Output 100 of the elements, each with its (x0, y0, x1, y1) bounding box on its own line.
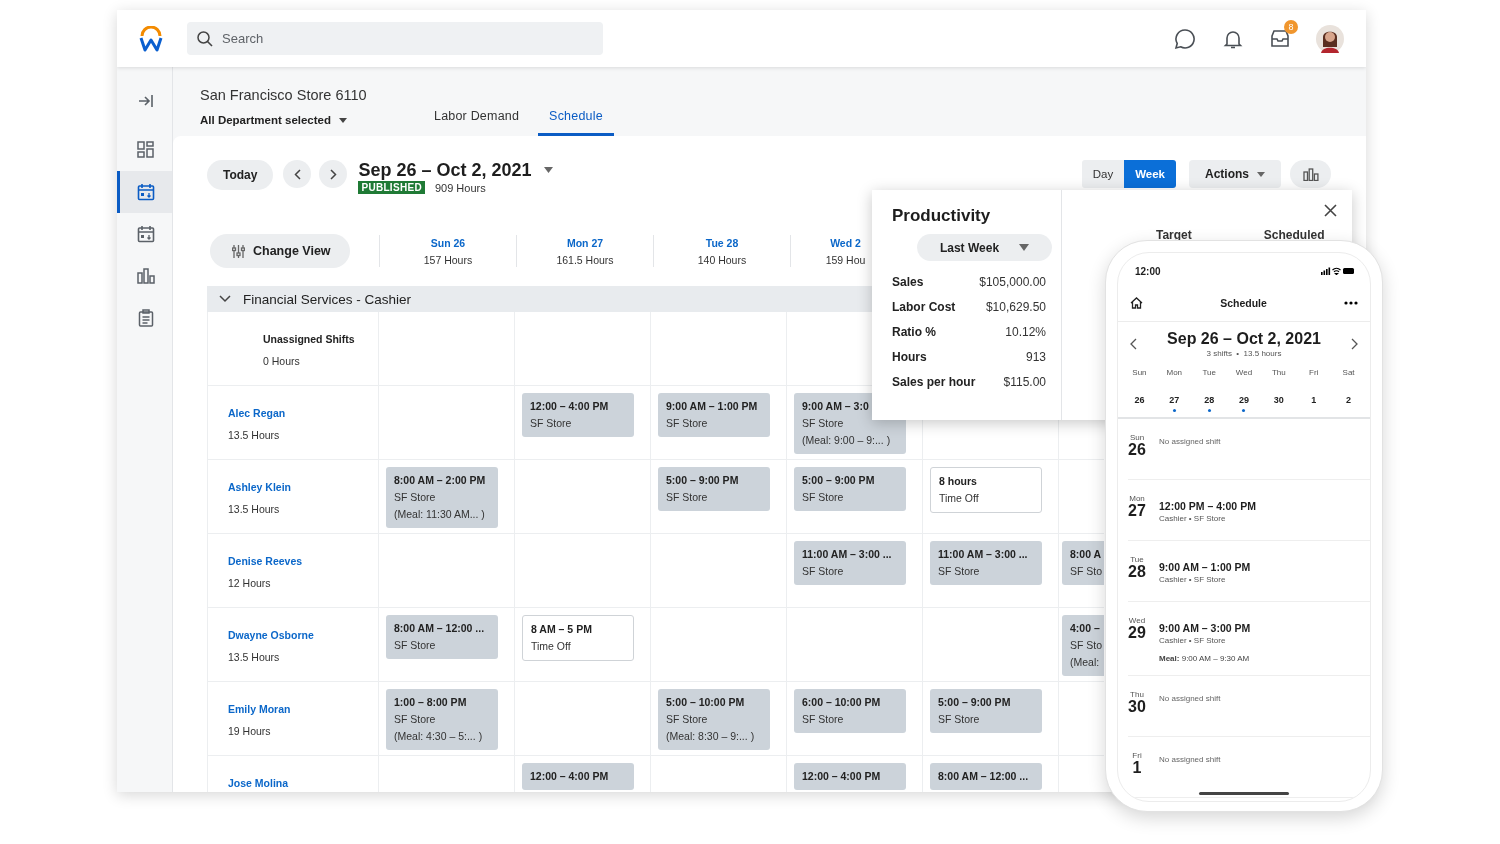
shift-card[interactable]: 9:00 AM – 1:00 PM SF Store (658, 393, 770, 437)
employee-hours: 19 Hours (228, 725, 272, 737)
day-hours: 140 Hours (696, 253, 748, 266)
day-hours: 157 Hours (422, 253, 474, 266)
shift-detail: Cashier • SF Store (1159, 575, 1227, 584)
shift-card[interactable]: 6:00 – 10:00 PM SF Store (794, 689, 906, 733)
shift-card[interactable]: 5:00 – 10:00 PM SF Store (Meal: 8:30 – 9:... ) (658, 689, 770, 750)
shift-time[interactable]: 9:00 AM – 3:00 PM (1159, 622, 1251, 634)
agenda-date: 26 (1127, 442, 1147, 458)
today-button[interactable]: Today (207, 160, 274, 190)
time-off-card[interactable]: 8 hours Time Off (930, 467, 1042, 513)
date-number[interactable]: 26 (1134, 395, 1145, 405)
employee-hours: 13.5 Hours (228, 429, 281, 441)
shift-card[interactable]: 8:00 AM – 12:00 ... (930, 763, 1042, 790)
shift-card[interactable]: 5:00 – 9:00 PM SF Store (930, 689, 1042, 733)
empty-shift-note: No assigned shift (1159, 754, 1221, 766)
total-hours: 909 Hours (434, 181, 486, 194)
close-button[interactable] (1324, 204, 1337, 217)
employee-link[interactable]: Dwayne Osborne (228, 629, 314, 641)
shift-card[interactable]: 11:00 AM – 3:00 ... SF Store (794, 541, 906, 585)
empty-shift-note: No assigned shift (1159, 436, 1221, 448)
agenda-date: 30 (1127, 699, 1147, 715)
row-title: Unassigned Shifts (263, 333, 356, 345)
employee-hours: 13.5 Hours (228, 503, 281, 515)
logo-icon (138, 25, 164, 52)
time-off-card[interactable]: 8 AM – 5 PM Time Off (522, 615, 634, 661)
sidebar-item[interactable] (117, 171, 172, 213)
employee-hours: 12 Hours (228, 577, 272, 589)
close-icon (1324, 204, 1337, 217)
status-time: 12:00 (1135, 265, 1161, 277)
day-header[interactable]: Sun 26 (380, 236, 516, 249)
date-number[interactable]: 27 (1169, 395, 1180, 405)
employee-link[interactable]: Jose Molina (228, 777, 289, 789)
shift-card[interactable]: 12:00 – 4:00 PM (794, 763, 906, 790)
caret-icon (1257, 171, 1265, 177)
search-field[interactable]: Search (187, 22, 603, 55)
shift-card[interactable]: 12:00 – 4:00 PM (522, 763, 634, 790)
shift-card[interactable]: 11:00 AM – 3:00 ... SF Store (930, 541, 1042, 585)
date-number[interactable]: 1 (1311, 395, 1317, 405)
agenda-weekday: Thu (1129, 690, 1145, 699)
home-icon[interactable] (1130, 297, 1143, 309)
screen-title: Schedule (1220, 297, 1267, 309)
shift-detail: Cashier • SF Store (1159, 514, 1227, 523)
caret-icon[interactable] (543, 167, 553, 173)
metric-label: Hours (892, 350, 928, 364)
period-dropdown[interactable]: Last Week (917, 234, 1052, 261)
chevron-left-icon[interactable] (1130, 338, 1137, 350)
weekday-label: Fri (1309, 368, 1319, 377)
view-toggle[interactable]: Day (1081, 160, 1125, 188)
previous-button[interactable] (283, 160, 312, 188)
date-number[interactable]: 2 (1346, 395, 1352, 405)
chart-button[interactable] (1290, 160, 1331, 188)
shift-card[interactable]: 8:00 AM – 2:00 PM SF Store (Meal: 11:30 AM... ) (386, 467, 498, 528)
shift-card[interactable]: 5:00 – 9:00 PM SF Store (794, 467, 906, 511)
shift-card[interactable]: 1:00 – 8:00 PM SF Store (Meal: 4:30 – 5:... ) (386, 689, 498, 750)
agenda-date: 1 (1131, 760, 1143, 776)
metric-label: Labor Cost (892, 300, 957, 314)
empty-shift-note: No assigned shift (1159, 693, 1221, 705)
shift-time[interactable]: 12:00 PM – 4:00 PM (1159, 500, 1256, 512)
status-badge: PUBLISHED (358, 181, 425, 194)
date-number[interactable]: 28 (1204, 395, 1215, 405)
department-dropdown[interactable]: All Department selected (200, 114, 347, 126)
shift-card[interactable]: 4:00 – SF Sto (Meal: (1062, 615, 1104, 676)
agenda-weekday: Tue (1129, 555, 1145, 564)
metric-label: Sales (892, 275, 925, 289)
date-number[interactable]: 29 (1239, 395, 1249, 405)
shift-card[interactable]: 12:00 – 4:00 PM SF Store (522, 393, 634, 437)
day-header[interactable]: Tue 28 (654, 236, 790, 249)
chat-icon[interactable] (1174, 27, 1196, 50)
chevron-right-icon[interactable] (1351, 338, 1358, 350)
agenda-weekday: Wed (1127, 616, 1147, 625)
employee-link[interactable]: Ashley Klein (228, 481, 292, 493)
tab[interactable]: Labor Demand (423, 109, 531, 136)
employee-hours: 0 Hours (263, 355, 301, 367)
inbox-icon[interactable] (1270, 29, 1290, 48)
store-name: San Francisco Store 6110 (200, 87, 368, 103)
date-number[interactable]: 30 (1273, 395, 1284, 405)
next-button[interactable] (319, 160, 348, 188)
shift-card[interactable]: 8:00 A SF Sto (1062, 541, 1104, 585)
shift-card[interactable]: 5:00 – 9:00 PM SF Store (658, 467, 770, 511)
actions-dropdown[interactable]: Actions (1189, 160, 1281, 188)
caret-icon (339, 117, 347, 123)
more-icon[interactable] (1344, 301, 1358, 305)
day-header[interactable]: Mon 27 (517, 236, 653, 249)
employee-link[interactable]: Emily Moran (228, 703, 291, 715)
view-toggle[interactable]: Week (1124, 160, 1176, 188)
agenda-date: 28 (1127, 564, 1147, 580)
dashboard-icon (137, 141, 155, 159)
shift-time[interactable]: 9:00 AM – 1:00 PM (1159, 561, 1251, 573)
column-header: Scheduled (1263, 228, 1325, 242)
shift-card[interactable]: 8:00 AM – 12:00 ... SF Store (386, 615, 498, 659)
agenda-weekday: Mon (1128, 494, 1146, 503)
expand-icon (138, 94, 154, 108)
employee-hours: 13.5 Hours (228, 651, 281, 663)
employee-link[interactable]: Alec Regan (228, 407, 286, 419)
employee-link[interactable]: Denise Reeves (228, 555, 303, 567)
change-view-button[interactable]: Change View (210, 234, 350, 268)
bell-icon[interactable] (1223, 28, 1243, 49)
clipboard-icon (138, 309, 154, 327)
weekday-label: Thu (1271, 368, 1286, 377)
